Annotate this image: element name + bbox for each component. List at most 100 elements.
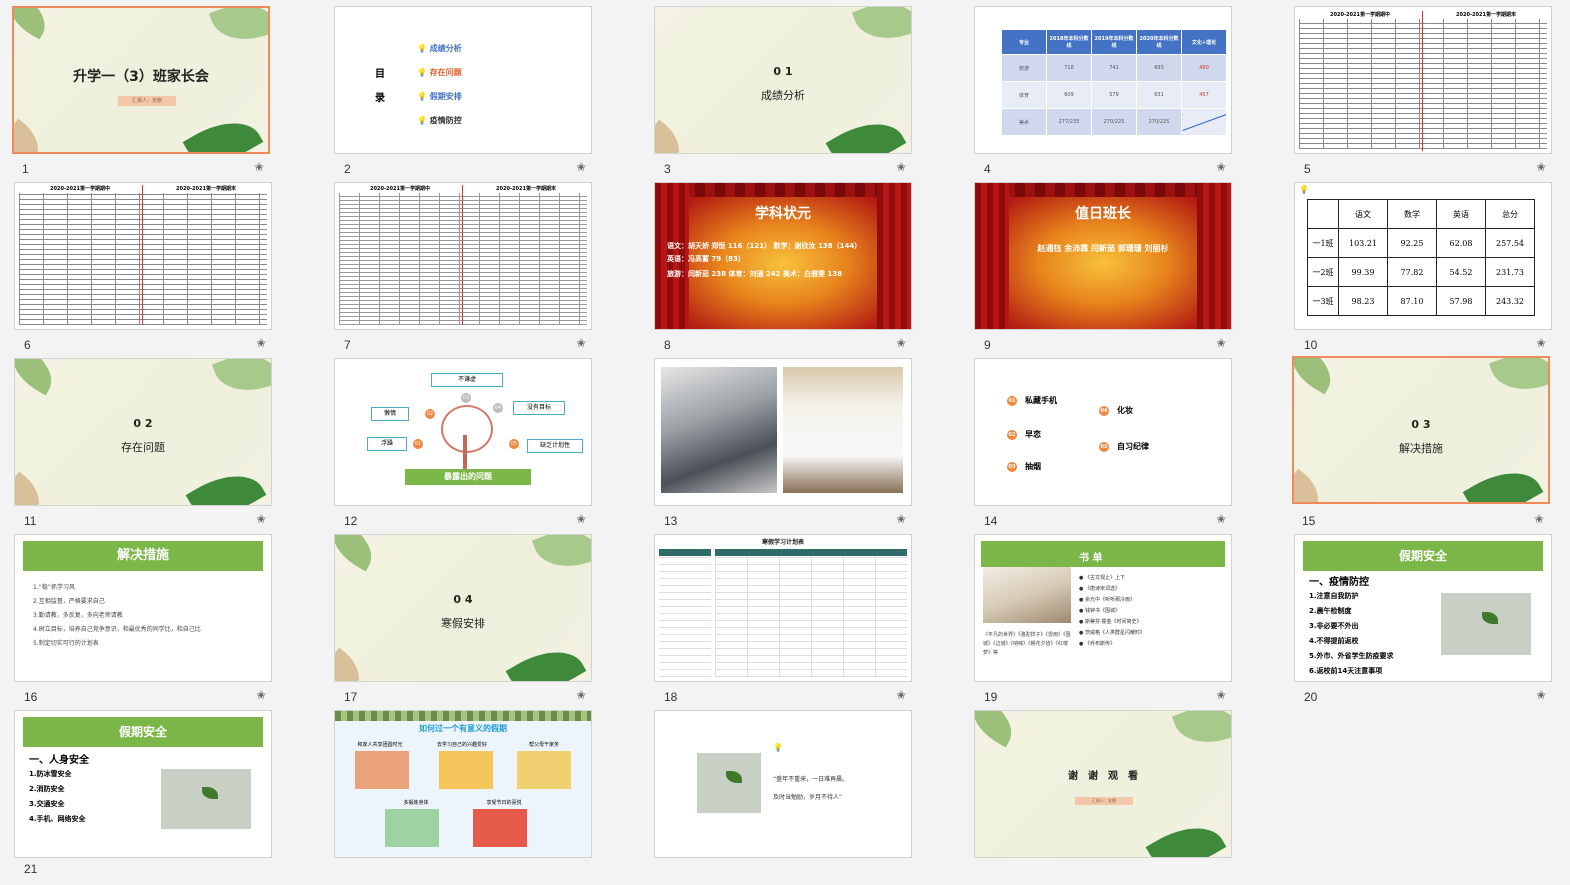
presenter-tag: 汇报人：安鹏 [1075,797,1133,805]
slide-thumbnail-22[interactable]: 如何过一个有意义的假期 和家人共享团圆时光 去学习自己的兴趣爱好 帮父母干家务 … [334,710,592,885]
slide-thumbnail-1[interactable]: 升学一（3）班家长会 汇报人：安鹏 1 ✬ [12,6,270,181]
activity-label: 享受节日的喜悦 [486,800,522,806]
slide-number: 21 [24,862,38,876]
slide-number: 18 [664,690,678,704]
section-code: 0 1 [773,65,793,78]
slide-number: 3 [664,162,671,176]
classroom-photo [661,367,777,493]
slide-number: 9 [984,338,991,352]
star-icon[interactable]: ✬ [896,160,906,174]
table-title: 2020-2021第一学期期末 [176,186,236,192]
star-icon[interactable]: ✬ [576,688,586,702]
star-icon[interactable]: ✬ [1536,160,1546,174]
star-icon[interactable]: ✬ [1216,336,1226,350]
star-icon[interactable]: ✬ [576,336,586,350]
problem-label: 不谦虚 [431,373,503,387]
star-icon[interactable]: ✬ [1216,512,1226,526]
toc-item: 存在问题 [429,68,462,77]
presenter-tag: 汇报人：安鹏 [118,96,176,106]
slide-thumbnail-15[interactable]: 0 3 解决措施 15 ✬ [1292,356,1550,531]
slide-number: 4 [984,162,991,176]
slide-title: 书 单 [1079,553,1103,564]
section-heading: 一、疫情防控 [1309,577,1369,588]
safety-item: 3.交通安全 [29,800,65,808]
slide-thumbnail-20[interactable]: 假期安全 一、疫情防控 1.注意自我防护 2.晨午检制度 3.非必要不外出 4.… [1294,534,1552,709]
slide-thumbnail-23[interactable]: 💡 “盛年不重来，一日难再晨。 及时当勉励，岁月不待人” [654,710,912,885]
star-icon[interactable]: ✬ [1216,160,1226,174]
problem-label: 缺乏计划性 [527,439,583,453]
slide-thumbnail-3[interactable]: 0 1 成绩分析 3 ✬ [654,6,912,181]
bulb-icon: 💡 [417,44,427,53]
slide-thumbnail-14[interactable]: 01 私藏手机 02 早恋 03 抽烟 04 化妆 05 自习纪律 14 ✬ [974,358,1232,533]
activity-image [473,809,527,847]
slide-thumbnail-8[interactable]: 学科状元 语文：胡天娇 郑恒 116（121） 数学：谢欣汝 138（144） … [654,182,912,357]
star-icon[interactable]: ✬ [896,512,906,526]
star-icon[interactable]: ✬ [256,512,266,526]
star-icon[interactable]: ✬ [256,336,266,350]
slide-number: 14 [984,514,998,528]
toc-item: 假期安排 [429,92,462,101]
bulb-icon: 💡 [417,116,427,125]
issue-item: 早恋 [1025,430,1041,439]
score-grid [19,193,267,325]
slide-thumbnail-19[interactable]: 书 单 ● 《古文观止》上下 ● 《唐诗宋词选》 ● 余光中《听听那冷雨》 ● … [974,534,1232,709]
activity-label: 去学习自己的兴趣爱好 [436,742,487,748]
table-title: 2020-2021第一学期期中 [1330,12,1390,18]
star-icon[interactable]: ✬ [576,160,586,174]
slide-thumbnail-4[interactable]: 专业 2018年本科分数线 2019年本科分数线 2020年本科分数线 文化+理… [974,6,1232,181]
slide-thumbnail-12[interactable]: 不谦虚 懒惰 没有目标 浮躁 缺乏计划性 01 02 03 04 05 暴露出的… [334,358,592,533]
safety-item: 2.消防安全 [29,785,65,793]
star-icon[interactable]: ✬ [1216,688,1226,702]
star-icon[interactable]: ✬ [896,336,906,350]
award-line: 旅游：闫新茹 238 体育：刘通 242 美术：白雅雯 138 [667,270,843,278]
slide-title: 学科状元 [755,206,811,222]
section-heading: 一、人身安全 [29,755,89,766]
safety-item: 2.晨午检制度 [1309,607,1352,615]
slide-number: 8 [664,338,671,352]
quote-line: 及时当勉励，岁月不待人” [773,794,843,801]
safety-item: 6.返校前14天注意事项 [1309,667,1383,675]
slide-thumbnail-24[interactable]: 谢 谢 观 看 汇报人：安鹏 [974,710,1232,885]
slide-number: 5 [1304,162,1311,176]
slide-thumbnail-7[interactable]: 2020-2021第一学期期中 2020-2021第一学期期末 7 ✬ [334,182,592,357]
star-icon[interactable]: ✬ [896,688,906,702]
star-icon[interactable]: ✬ [576,512,586,526]
activity-label: 和家人共享团圆时光 [357,742,403,748]
slide-number: 12 [344,514,358,528]
star-icon[interactable]: ✬ [1534,512,1544,526]
slide-thumbnail-10[interactable]: 💡 语文 数学 英语 总分 一1班 103.21 92.25 62.08 257.54 一2班… [1294,182,1552,357]
slide-thumbnail-6[interactable]: 2020-2021第一学期期中 2020-2021第一学期期末 6 ✬ [14,182,272,357]
slide-number: 20 [1304,690,1318,704]
toc-item: 成绩分析 [429,44,462,53]
slide-thumbnail-13[interactable]: 13 ✬ [654,358,912,533]
slide-number: 16 [24,690,38,704]
quote-line: “盛年不重来，一日难再晨。 [773,776,849,783]
bulb-icon: 💡 [417,68,427,77]
problem-label: 浮躁 [367,437,407,451]
book-item: 斯蒂芬·霍金《时间简史》 [1084,619,1142,625]
slide-thumbnail-5[interactable]: 2020-2021第一学期期中 2020-2021第一学期期末 5 ✬ [1294,6,1552,181]
slide-thumbnail-11[interactable]: 0 2 存在问题 11 ✬ [14,358,272,533]
book-caption: 《平凡的世界》《骆驼祥子》《雷雨》《围城》《边城》《呐喊》《朝花夕拾》《红楼梦》… [983,632,1071,656]
slide-title: 寒假学习计划表 [761,539,804,546]
slide-title: 升学一（3）班家长会 [73,69,209,85]
slide-thumbnail-16[interactable]: 解决措施 1.“稳”抓学习风 2.互相监督，严格要求自己 3.勤请教，多反复，多… [14,534,272,709]
toc-label: 录 [375,93,385,104]
slide-thumbnail-21[interactable]: 假期安全 一、人身安全 1.防冰雪安全 2.消防安全 3.交通安全 4.手机、网… [14,710,272,885]
section-title: 解决措施 [1399,442,1443,455]
slide-thumbnail-17[interactable]: 0 4 寒假安排 17 ✬ [334,534,592,709]
slide-thumbnail-18[interactable]: 寒假学习计划表 18 ✬ [654,534,912,709]
slide-title: 谢 谢 观 看 [1068,771,1138,782]
slide-thumbnail-2[interactable]: 目 录 💡 成绩分析 💡 存在问题 💡 假期安排 💡 疫情防控 2 ✬ [334,6,592,181]
star-icon[interactable]: ✬ [256,688,266,702]
slide-thumbnail-9[interactable]: 值日班长 赵通钰 余沛霖 闫新茹 郭珊珊 刘丽杉 9 ✬ [974,182,1232,357]
slide-number: 1 [22,162,29,176]
star-icon[interactable]: ✬ [254,160,264,174]
section-code: 0 2 [133,417,153,430]
table-title: 2020-2021第一学期期末 [1456,12,1516,18]
monitor-names: 赵通钰 余沛霖 闫新茹 郭珊珊 刘丽杉 [1037,244,1169,253]
star-icon[interactable]: ✬ [1536,336,1546,350]
star-icon[interactable]: ✬ [1536,688,1546,702]
section-title: 存在问题 [121,441,165,454]
bulb-icon: 💡 [1299,185,1309,194]
